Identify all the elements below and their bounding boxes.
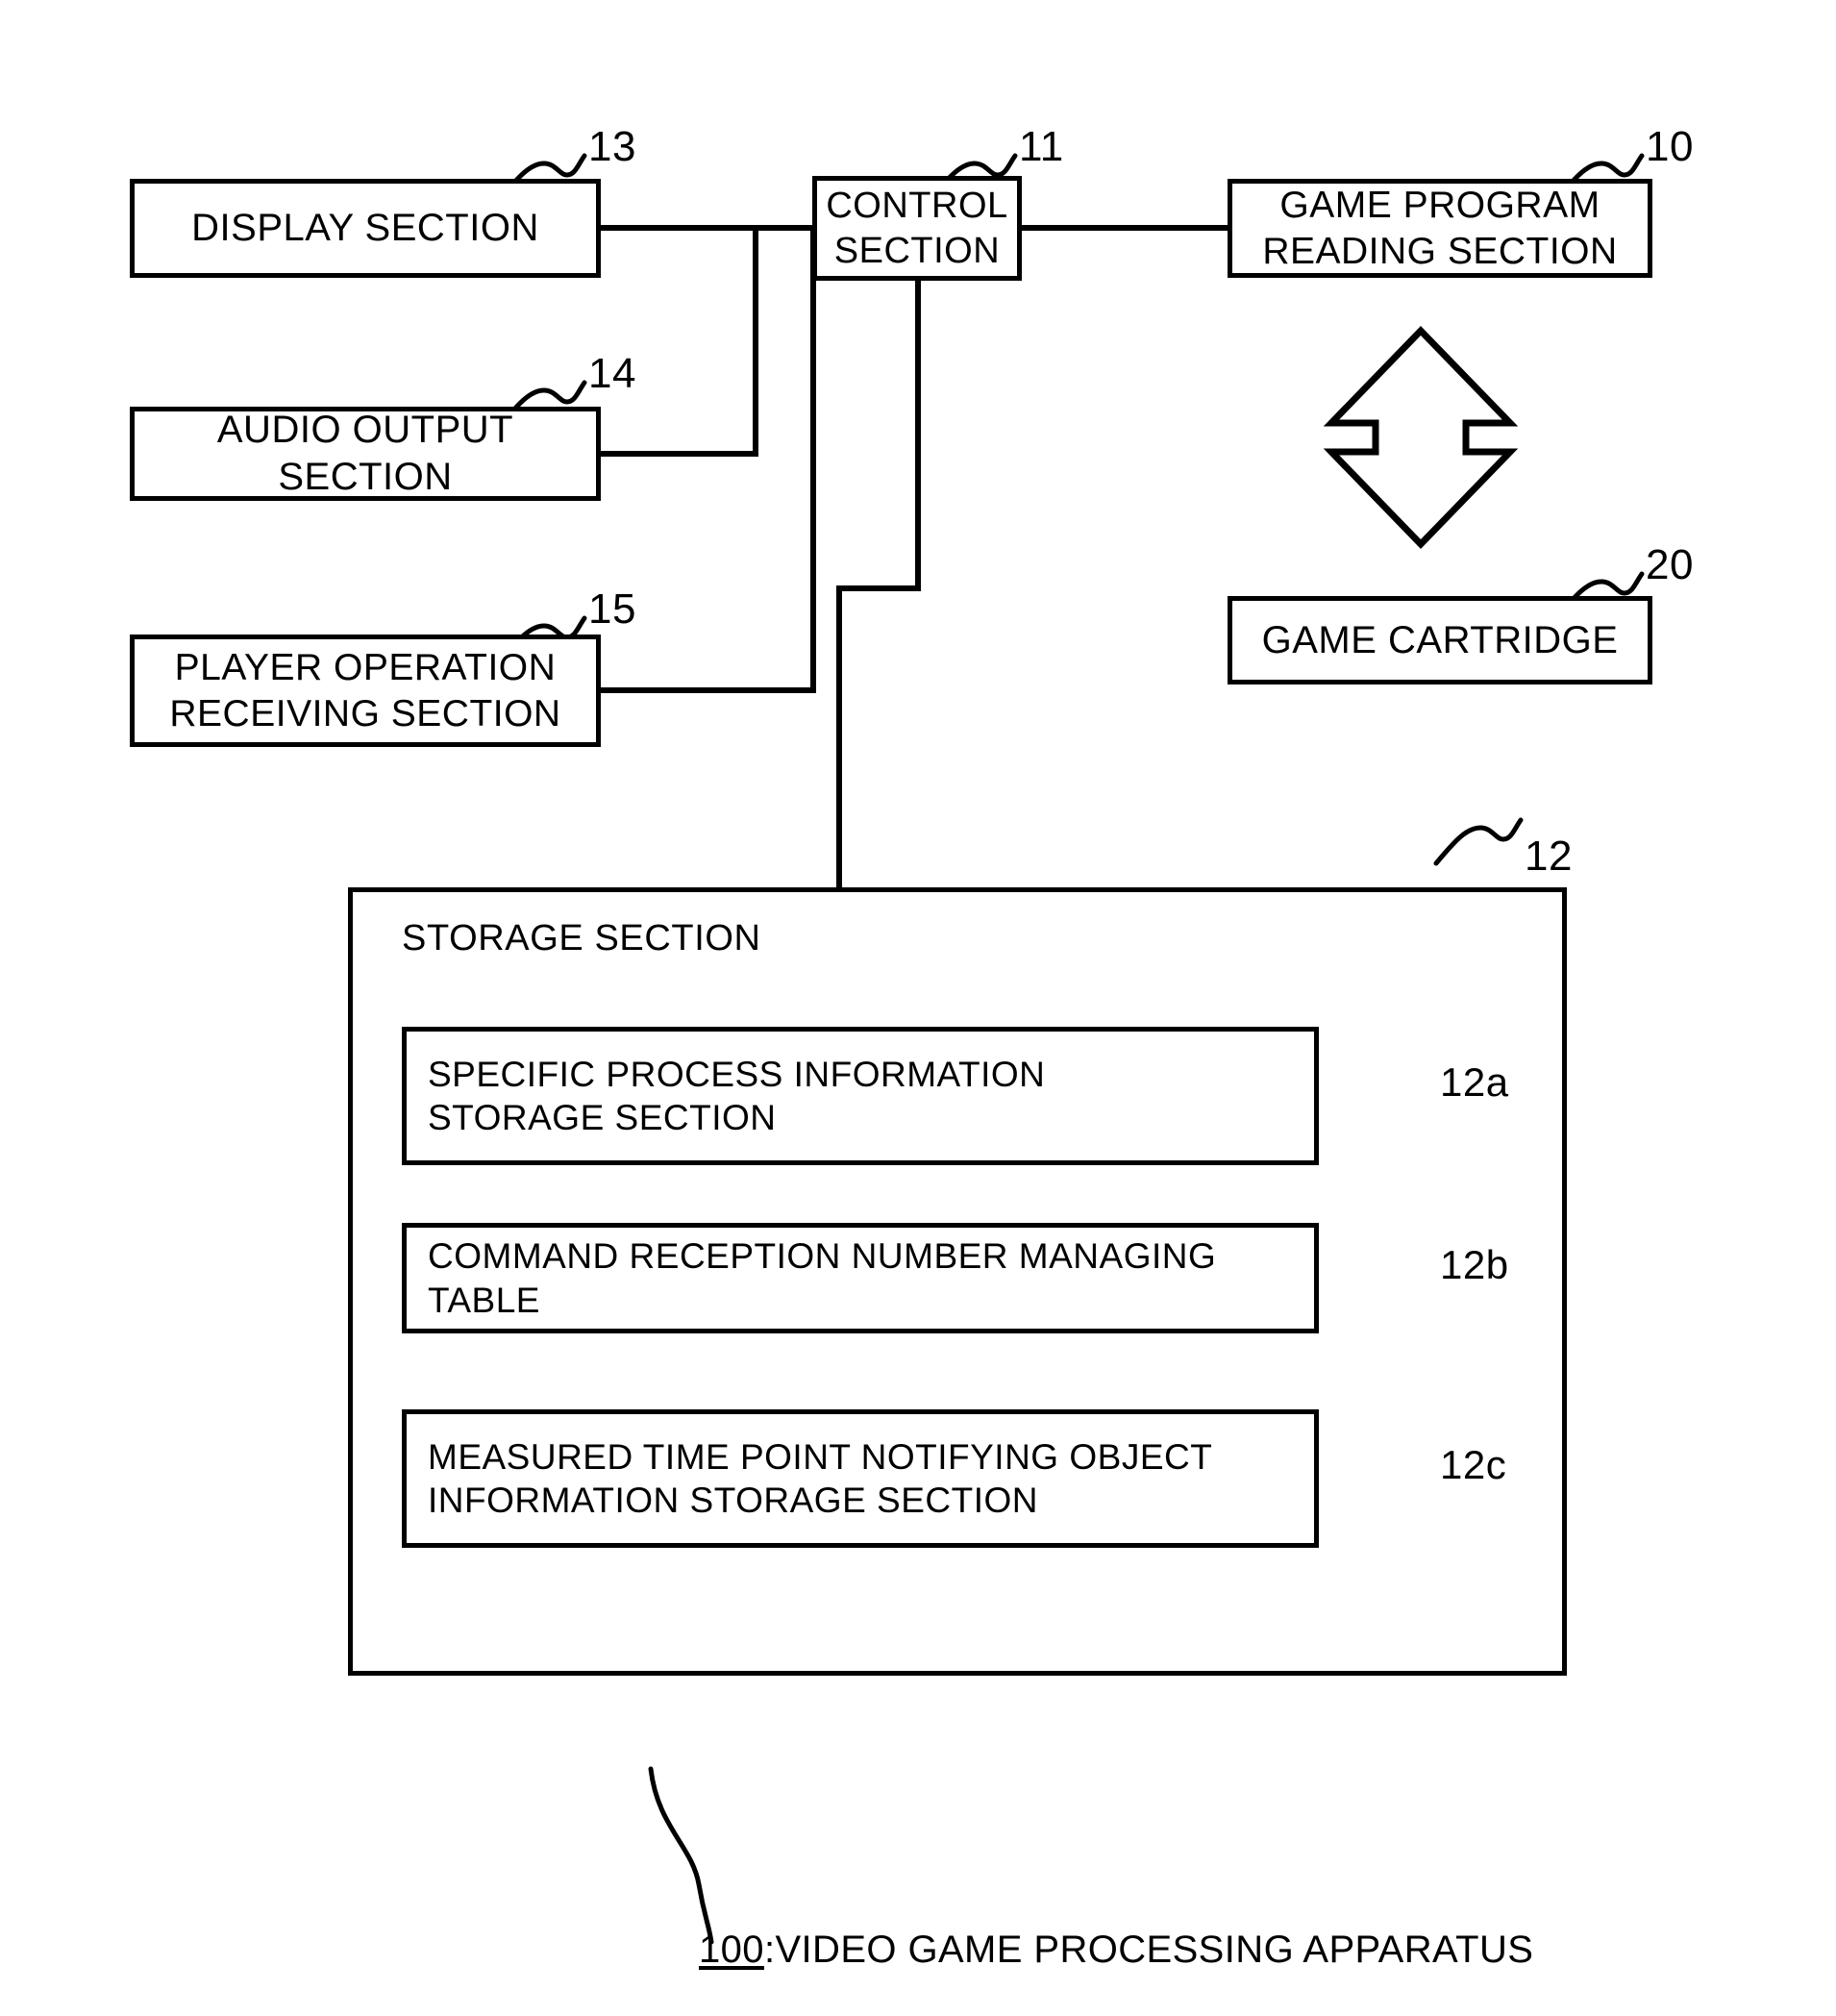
- block-display-section[interactable]: DISPLAY SECTION: [130, 179, 601, 278]
- block-control-section[interactable]: CONTROL SECTION: [812, 176, 1022, 281]
- block-game-cartridge-label: GAME CARTRIDGE: [1261, 618, 1619, 661]
- block-game-program-reading-section-label: GAME PROGRAM READING SECTION: [1262, 184, 1618, 272]
- block-storage-section-title: STORAGE SECTION: [402, 918, 761, 958]
- connector-control-to-storage: [836, 281, 921, 889]
- ref-numeral-10: 10: [1646, 123, 1694, 170]
- block-measured-time-point-notifying-object-information-storage-section-label: MEASURED TIME POINT NOTIFYING OBJECT INF…: [428, 1436, 1213, 1520]
- ref-numeral-14: 14: [588, 350, 636, 397]
- block-game-cartridge[interactable]: GAME CARTRIDGE: [1228, 596, 1652, 684]
- figure-caption-separator: :: [763, 1929, 776, 1971]
- ref-numeral-13: 13: [588, 123, 636, 170]
- leader-12: [1433, 817, 1524, 866]
- figure-caption: 100:VIDEO GAME PROCESSING APPARATUS: [699, 1929, 1533, 1972]
- ref-numeral-11: 11: [1019, 123, 1064, 170]
- ref-numeral-12c: 12c: [1440, 1442, 1507, 1487]
- connector-audio-to-bus: [601, 228, 758, 457]
- figure-caption-label: VIDEO GAME PROCESSING APPARATUS: [775, 1929, 1534, 1971]
- patent-block-diagram: DISPLAY SECTION 13 CONTROL SECTION 11 GA…: [0, 0, 1836, 2016]
- block-command-reception-number-managing-table[interactable]: COMMAND RECEPTION NUMBER MANAGING TABLE: [402, 1223, 1319, 1333]
- double-headed-vertical-arrow-icon: [1331, 331, 1510, 544]
- block-audio-output-section[interactable]: AUDIO OUTPUT SECTION: [130, 407, 601, 501]
- figure-caption-number: 100: [699, 1929, 764, 1971]
- block-specific-process-information-storage-section[interactable]: SPECIFIC PROCESS INFORMATION STORAGE SEC…: [402, 1027, 1319, 1165]
- block-measured-time-point-notifying-object-information-storage-section[interactable]: MEASURED TIME POINT NOTIFYING OBJECT INF…: [402, 1409, 1319, 1548]
- block-control-section-label: CONTROL SECTION: [826, 186, 1008, 271]
- block-specific-process-information-storage-section-label: SPECIFIC PROCESS INFORMATION STORAGE SEC…: [428, 1054, 1046, 1137]
- ref-numeral-12b: 12b: [1440, 1242, 1509, 1287]
- leader-100: [648, 1766, 714, 1945]
- ref-numeral-20: 20: [1646, 541, 1694, 588]
- block-player-operation-receiving-section-label: PLAYER OPERATION RECEIVING SECTION: [169, 646, 561, 734]
- block-player-operation-receiving-section[interactable]: PLAYER OPERATION RECEIVING SECTION: [130, 635, 601, 747]
- block-command-reception-number-managing-table-label: COMMAND RECEPTION NUMBER MANAGING TABLE: [428, 1236, 1217, 1320]
- ref-numeral-12: 12: [1525, 833, 1573, 880]
- ref-numeral-15: 15: [588, 585, 636, 633]
- block-game-program-reading-section[interactable]: GAME PROGRAM READING SECTION: [1228, 179, 1652, 278]
- block-audio-output-section-label: AUDIO OUTPUT SECTION: [216, 409, 514, 498]
- ref-numeral-12a: 12a: [1440, 1059, 1509, 1105]
- block-display-section-label: DISPLAY SECTION: [191, 207, 539, 250]
